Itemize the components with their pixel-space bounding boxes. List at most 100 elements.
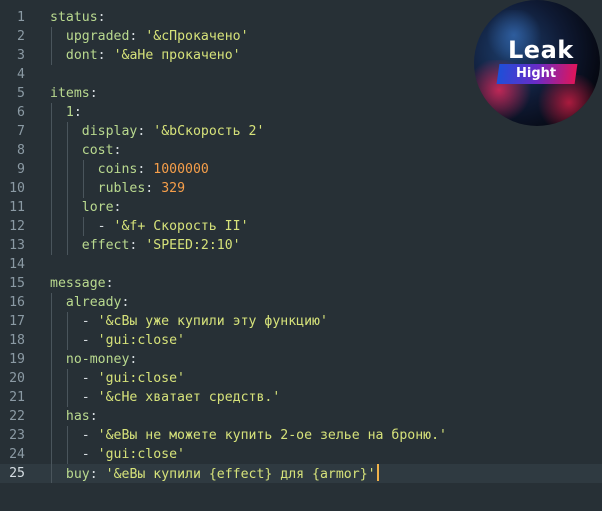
code-text: no-money:: [65, 352, 138, 367]
code-text: - 'gui:close': [81, 333, 185, 348]
indent-guide: [67, 426, 68, 445]
line-number: 14: [9, 257, 25, 272]
code-line[interactable]: 7 display: '&bСкорость 2': [0, 122, 602, 141]
line-number: 24: [9, 447, 25, 462]
code-text: upgraded: '&cПрокачено': [65, 29, 249, 44]
code-line[interactable]: 19 no-money:: [0, 350, 602, 369]
code-text: lore:: [81, 200, 122, 215]
code-text: buy: '&eВы купили {effect} для {armor}': [50, 464, 379, 484]
line-number: 13: [9, 238, 25, 253]
code-line[interactable]: 15 message:: [0, 274, 602, 293]
logo-word-hight: Hight: [516, 66, 557, 81]
code-line[interactable]: 17 - '&cВы уже купили эту функцию': [0, 312, 602, 331]
indent-guide: [51, 46, 52, 65]
code-text: dont: '&aНе прокачено': [65, 48, 241, 63]
line-number: 2: [17, 29, 25, 44]
code-text: items:: [50, 86, 98, 101]
code-text: rubles: 329: [97, 181, 186, 196]
indent-guide: [51, 141, 52, 160]
code-text: already:: [65, 295, 130, 310]
line-number: 20: [9, 371, 25, 386]
code-line[interactable]: 22 has:: [0, 407, 602, 426]
indent-guide: [83, 179, 84, 198]
indent-guide: [51, 293, 52, 312]
indent-guide: [51, 217, 52, 236]
leakhight-logo: Leak Hight: [474, 0, 600, 126]
line-number: 10: [9, 181, 25, 196]
indent-guide: [51, 122, 52, 141]
indent-guide: [51, 388, 52, 407]
code-line[interactable]: 14: [0, 255, 602, 274]
logo-word-leak: Leak: [508, 36, 574, 64]
code-line[interactable]: 16 already:: [0, 293, 602, 312]
code-line[interactable]: 12 - '&f+ Скорость II': [0, 217, 602, 236]
code-line[interactable]: 9 coins: 1000000: [0, 160, 602, 179]
line-number: 18: [9, 333, 25, 348]
code-text: effect: 'SPEED:2:10': [81, 238, 241, 253]
indent-guide: [67, 331, 68, 350]
indent-guide: [67, 312, 68, 331]
indent-guide: [51, 369, 52, 388]
code-line[interactable]: 23 - '&eВы не можете купить 2-ое зелье н…: [0, 426, 602, 445]
indent-guide: [51, 445, 52, 464]
indent-guide: [51, 350, 52, 369]
code-text: 1:: [65, 105, 82, 120]
code-text: status:: [50, 10, 106, 25]
indent-guide: [67, 160, 68, 179]
code-text: display: '&bСкорость 2': [81, 124, 265, 139]
code-text: message:: [50, 276, 114, 291]
code-line[interactable]: 25 buy: '&eВы купили {effect} для {armor…: [0, 464, 602, 483]
code-text: - 'gui:close': [81, 371, 185, 386]
code-text: - '&f+ Скорость II': [97, 219, 249, 234]
code-text: - '&eВы не можете купить 2-ое зелье на б…: [81, 428, 447, 443]
line-number: 23: [9, 428, 25, 443]
code-text: - '&cНе хватает средств.': [81, 390, 281, 405]
line-number: 3: [17, 48, 25, 63]
line-number: 25: [9, 466, 25, 481]
code-line[interactable]: 21 - '&cНе хватает средств.': [0, 388, 602, 407]
indent-guide: [67, 141, 68, 160]
indent-guide: [51, 407, 52, 426]
code-line[interactable]: 8 cost:: [0, 141, 602, 160]
indent-guide: [51, 103, 52, 122]
line-number: 7: [17, 124, 25, 139]
indent-guide: [51, 198, 52, 217]
line-number: 1: [17, 10, 25, 25]
indent-guide: [67, 388, 68, 407]
indent-guide: [51, 160, 52, 179]
indent-guide: [51, 27, 52, 46]
indent-guide: [67, 236, 68, 255]
line-number: 17: [9, 314, 25, 329]
line-number: 19: [9, 352, 25, 367]
line-number: 8: [17, 143, 25, 158]
indent-guide: [67, 122, 68, 141]
line-number: 9: [17, 162, 25, 177]
indent-guide: [67, 217, 68, 236]
code-line[interactable]: 20 - 'gui:close': [0, 369, 602, 388]
code-text: - '&cВы уже купили эту функцию': [81, 314, 328, 329]
indent-guide: [51, 312, 52, 331]
code-text: has:: [65, 409, 98, 424]
indent-guide: [83, 217, 84, 236]
code-line[interactable]: 18 - 'gui:close': [0, 331, 602, 350]
line-number: 11: [9, 200, 25, 215]
indent-guide: [67, 369, 68, 388]
code-text: - 'gui:close': [81, 447, 185, 462]
indent-guide: [67, 445, 68, 464]
code-line[interactable]: 13 effect: 'SPEED:2:10': [0, 236, 602, 255]
indent-guide: [51, 331, 52, 350]
code-line[interactable]: 11 lore:: [0, 198, 602, 217]
code-line[interactable]: 24 - 'gui:close': [0, 445, 602, 464]
line-number: 4: [17, 67, 25, 82]
indent-guide: [51, 426, 52, 445]
indent-guide: [67, 198, 68, 217]
line-number: 16: [9, 295, 25, 310]
text-cursor: [376, 464, 379, 481]
line-number: 5: [17, 86, 25, 101]
indent-guide: [51, 236, 52, 255]
code-text: cost:: [81, 143, 122, 158]
indent-guide: [67, 179, 68, 198]
code-line[interactable]: 10 rubles: 329: [0, 179, 602, 198]
indent-guide: [83, 160, 84, 179]
line-number: 12: [9, 219, 25, 234]
